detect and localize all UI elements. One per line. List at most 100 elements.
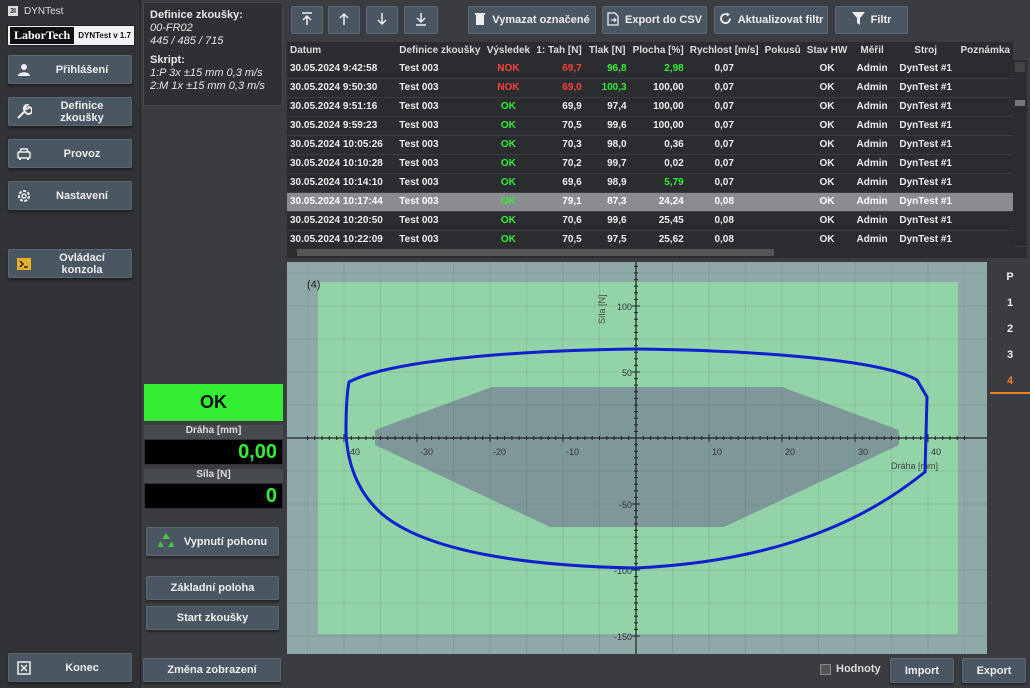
table-cell: 98,9	[584, 173, 630, 193]
table-cell: Admin	[850, 192, 894, 212]
table-cell: 0,07	[686, 154, 762, 174]
table-row[interactable]: 30.05.2024 9:51:16 Test 003 OK 69,9 97,4 100,…	[287, 97, 1013, 117]
table-cell: OK	[483, 211, 534, 231]
import-button[interactable]: Import	[890, 658, 954, 683]
table-row[interactable]: 30.05.2024 10:05:26 Test 003 OK 70,3 98,0 0,3…	[287, 135, 1013, 155]
table-cell: Admin	[850, 154, 894, 174]
column-header[interactable]: 1: Tah [N]	[533, 42, 585, 59]
table-cell: 25,62	[629, 230, 687, 248]
table-cell: 30.05.2024 9:50:30	[287, 78, 397, 98]
table-cell: 30.05.2024 10:10:28	[287, 154, 397, 174]
column-header[interactable]: Stroj	[893, 42, 958, 59]
export-csv-button[interactable]: Export do CSV	[602, 6, 707, 34]
table-row[interactable]: 30.05.2024 9:50:30 Test 003 NOK 69,0 100,3 10…	[287, 78, 1013, 98]
home-position-button[interactable]: Základní poloha	[146, 576, 279, 600]
table-cell: Test 003	[396, 97, 484, 117]
column-header[interactable]: Datum	[287, 42, 397, 59]
tab-3[interactable]: 3	[990, 342, 1030, 368]
results-table: Datum Definice zkoušky Výsledek 1: Tah [N] T…	[287, 42, 1013, 248]
table-cell: 69,6	[533, 173, 585, 193]
column-header[interactable]: Poznámka	[957, 42, 1013, 59]
table-cell	[957, 78, 1013, 98]
table-row[interactable]: 30.05.2024 10:22:09 Test 003 OK 70,5 97,5 25,…	[287, 230, 1013, 248]
table-row[interactable]: 30.05.2024 10:17:44 Test 003 OK 79,1 87,3 24,…	[287, 192, 1013, 212]
refresh-filter-label: Aktualizovat filtr	[737, 14, 824, 26]
table-cell	[957, 230, 1013, 248]
table-row[interactable]: 30.05.2024 9:42:58 Test 003 NOK 69,7 96,8 2,9…	[287, 59, 1013, 79]
change-view-button[interactable]: Změna zobrazení	[143, 658, 281, 682]
table-row[interactable]: 30.05.2024 10:10:28 Test 003 OK 70,2 99,7 0,0…	[287, 154, 1013, 174]
move-top-button[interactable]	[291, 6, 323, 34]
table-cell: 0,07	[686, 97, 762, 117]
values-checkbox[interactable]	[820, 664, 831, 675]
move-bottom-button[interactable]	[404, 6, 438, 34]
path-label: Dráha [mm]	[144, 425, 283, 439]
table-row[interactable]: 30.05.2024 9:59:23 Test 003 OK 70,5 99,6 100,…	[287, 116, 1013, 136]
tab-p[interactable]: P	[990, 264, 1030, 290]
refresh-filter-button[interactable]: Aktualizovat filtr	[714, 6, 828, 34]
column-header[interactable]: Plocha [%]	[629, 42, 687, 59]
table-cell: 0,08	[686, 230, 762, 248]
wrench-icon	[9, 103, 39, 120]
console-button[interactable]: Ovládací konzola	[8, 249, 132, 278]
scroll-up-arrow[interactable]	[1015, 62, 1025, 72]
drive-off-button[interactable]: Vypnutí pohonu	[146, 527, 279, 556]
table-cell: DynTest #1	[893, 173, 958, 193]
x-tick-label: -10	[566, 447, 579, 457]
app-title: DYNTest	[24, 5, 64, 17]
x-tick-label: 10	[712, 447, 722, 457]
arrow-to-bottom-icon	[414, 12, 428, 29]
table-cell	[761, 116, 804, 136]
nav-operation-button[interactable]: Provoz	[8, 139, 132, 168]
column-header[interactable]: Definice zkoušky	[396, 42, 484, 59]
start-test-button[interactable]: Start zkoušky	[146, 606, 279, 630]
tab-2[interactable]: 2	[990, 316, 1030, 342]
table-cell	[957, 97, 1013, 117]
table-cell: OK	[483, 154, 534, 174]
table-cell: Admin	[850, 59, 894, 79]
filter-button[interactable]: Filtr	[835, 6, 908, 34]
nav-test-definition-button[interactable]: Definice zkoušky	[8, 97, 132, 126]
force-path-plot: -40 -30 -20 -10 10 20 30 40 100 50 -50 -100 -150 (4…	[287, 239, 987, 654]
tab-4[interactable]: 4	[990, 368, 1030, 394]
column-header[interactable]: Stav HW	[803, 42, 851, 59]
column-header[interactable]: Rychlost [m/s]	[686, 42, 762, 59]
table-cell: 30.05.2024 9:51:16	[287, 97, 397, 117]
column-header[interactable]: Měřil	[850, 42, 894, 59]
nav-settings-button[interactable]: Nastavení	[8, 181, 132, 210]
table-cell: DynTest #1	[893, 116, 958, 136]
values-label: Hodnoty	[836, 663, 881, 675]
table-cell: 100,3	[584, 78, 630, 98]
export-button[interactable]: Export	[962, 658, 1026, 683]
delete-selected-button[interactable]: Vymazat označené	[468, 6, 596, 34]
table-row[interactable]: 30.05.2024 10:20:50 Test 003 OK 70,6 99,6 25,…	[287, 211, 1013, 231]
trash-icon	[474, 12, 486, 29]
move-down-button[interactable]	[366, 6, 398, 34]
table-vertical-scrollbar[interactable]	[1013, 60, 1027, 246]
y-tick-label: -50	[619, 500, 632, 510]
table-cell: Test 003	[396, 230, 484, 248]
table-cell: 100,00	[629, 97, 687, 117]
table-cell	[761, 211, 804, 231]
y-axis-label: Síla [N]	[597, 294, 607, 324]
column-header[interactable]: Výsledek	[483, 42, 534, 59]
table-cell: 70,6	[533, 211, 585, 231]
table-cell	[761, 230, 804, 248]
tab-1[interactable]: 1	[990, 290, 1030, 316]
table-cell: Admin	[850, 211, 894, 231]
results-grid: Datum Definice zkoušky Výsledek 1: Tah [N] T…	[287, 42, 1013, 248]
hscroll-thumb[interactable]	[297, 249, 774, 256]
script-line-2: 2:M 1x ±15 mm 0,3 m/s	[150, 80, 265, 92]
nav-login-button[interactable]: Přihlášení	[8, 55, 132, 84]
column-header[interactable]: Pokusů	[761, 42, 804, 59]
column-header[interactable]: Tlak [N]	[584, 42, 630, 59]
exit-button[interactable]: Konec	[8, 653, 132, 682]
table-cell: DynTest #1	[893, 154, 958, 174]
table-horizontal-scrollbar[interactable]	[287, 247, 1027, 258]
table-cell: 100,00	[629, 116, 687, 136]
table-cell: Test 003	[396, 116, 484, 136]
move-up-button[interactable]	[328, 6, 360, 34]
force-value: 0	[144, 483, 283, 509]
scroll-thumb[interactable]	[1015, 100, 1025, 106]
table-row[interactable]: 30.05.2024 10:14:10 Test 003 OK 69,6 98,9 5,7…	[287, 173, 1013, 193]
